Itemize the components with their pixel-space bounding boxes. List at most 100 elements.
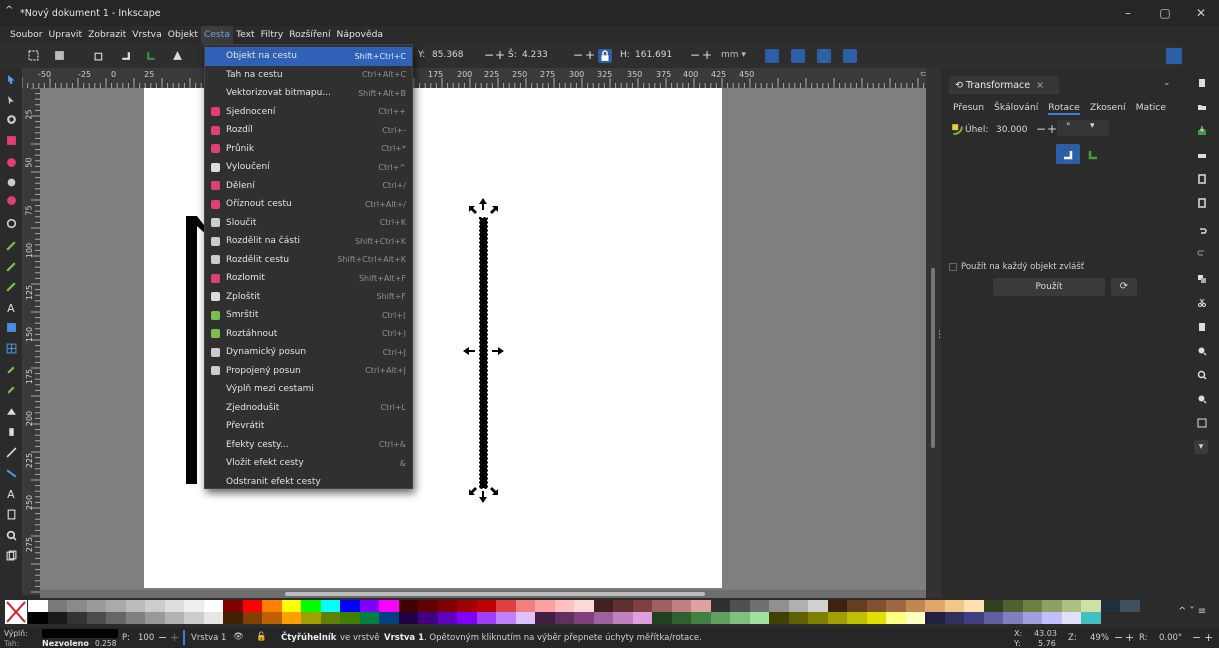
color-swatch[interactable] (125, 612, 145, 624)
color-swatch[interactable] (262, 612, 282, 624)
menu-item[interactable]: Smrštit Ctrl+( (205, 306, 412, 325)
rotate-cw-icon[interactable] (146, 50, 157, 61)
color-swatch[interactable] (886, 600, 906, 612)
color-swatch[interactable] (1100, 600, 1120, 612)
export-icon[interactable] (1197, 198, 1207, 208)
color-swatch[interactable] (476, 612, 496, 624)
menu-item[interactable]: Odstranit efekt cesty (205, 473, 412, 492)
color-swatch[interactable] (808, 612, 828, 624)
w-increment-button[interactable]: + (585, 48, 595, 62)
spray-tool-icon[interactable] (6, 426, 17, 437)
w-field[interactable]: 4.233 (522, 50, 548, 60)
color-swatch[interactable] (47, 600, 67, 612)
color-swatch[interactable] (203, 600, 223, 612)
color-swatch[interactable] (691, 600, 711, 612)
color-swatch[interactable] (223, 612, 243, 624)
chevron-down-icon[interactable]: ⌄ (1163, 78, 1171, 88)
color-swatch[interactable] (905, 600, 925, 612)
color-swatch[interactable] (301, 612, 321, 624)
color-swatch[interactable] (281, 612, 301, 624)
unit-select[interactable]: mm ▾ (721, 50, 746, 60)
color-swatch[interactable] (905, 612, 925, 624)
menu-item[interactable]: Průnik Ctrl+* (205, 140, 412, 159)
y-decrement-button[interactable]: − (484, 48, 494, 62)
menu-item[interactable]: Sjednocení Ctrl++ (205, 103, 412, 122)
menu-item[interactable]: Zploštit Shift+F (205, 288, 412, 307)
color-swatch[interactable] (983, 600, 1003, 612)
y-increment-button[interactable]: + (495, 48, 505, 62)
color-swatch[interactable] (184, 600, 204, 612)
angle-field[interactable]: 30.000 (996, 125, 1028, 135)
color-swatch[interactable] (359, 600, 379, 612)
horizontal-scrollbar-thumb[interactable] (285, 592, 705, 596)
color-swatch[interactable] (437, 612, 457, 624)
subtab-skalovani[interactable]: Škálování (994, 102, 1038, 115)
color-swatch[interactable] (535, 600, 555, 612)
palette-scroll-icon[interactable]: ^ ˅ ≡ (1178, 606, 1206, 617)
color-swatch[interactable] (86, 612, 106, 624)
color-swatch[interactable] (710, 612, 730, 624)
color-swatch[interactable] (379, 612, 399, 624)
menu-cesta[interactable]: Cesta (200, 26, 234, 44)
color-swatch[interactable] (1003, 612, 1023, 624)
color-swatch[interactable] (359, 612, 379, 624)
color-swatch[interactable] (554, 600, 574, 612)
color-swatch[interactable] (164, 612, 184, 624)
pen-tool-icon[interactable] (6, 261, 17, 272)
menu-item[interactable]: Oříznout cestu Ctrl+Alt+/ (205, 195, 412, 214)
mesh-tool-icon[interactable] (6, 343, 17, 354)
eraser-tool-icon[interactable] (6, 406, 17, 417)
vertical-scrollbar[interactable]: ⋮ (926, 68, 944, 598)
color-swatch[interactable] (145, 600, 165, 612)
color-swatch[interactable] (925, 612, 945, 624)
gradient-tool-icon[interactable] (6, 322, 17, 333)
selector-tool-icon[interactable] (6, 74, 17, 85)
color-swatch[interactable] (340, 600, 360, 612)
color-swatch[interactable] (398, 600, 418, 612)
menu-item[interactable]: Tah na cestu Ctrl+Alt+C (205, 66, 412, 85)
color-swatch[interactable] (281, 600, 301, 612)
close-button[interactable]: ✕ (1183, 0, 1219, 26)
measure-tool-icon[interactable] (6, 468, 17, 479)
menu-item[interactable]: Sloučit Ctrl+K (205, 214, 412, 233)
color-swatch[interactable] (1042, 600, 1062, 612)
menu-napoveda[interactable]: Nápověda (334, 26, 387, 44)
y-field[interactable]: 85.368 (432, 50, 464, 60)
color-swatch[interactable] (554, 612, 574, 624)
color-swatch[interactable] (1022, 600, 1042, 612)
color-swatch[interactable] (1081, 612, 1101, 624)
menu-item[interactable]: Dělení Ctrl+/ (205, 177, 412, 196)
menu-soubor[interactable]: Soubor (7, 26, 46, 44)
color-swatch[interactable] (749, 612, 769, 624)
open-folder-icon[interactable] (1197, 102, 1207, 112)
select-all-icon[interactable] (28, 50, 39, 61)
rotation-increment-button[interactable]: + (1204, 631, 1213, 644)
toggle-layer-lock-icon[interactable]: 🔓 (256, 632, 267, 642)
rotate-handle-top[interactable] (469, 198, 498, 214)
color-swatch[interactable] (515, 612, 535, 624)
zoom-out-button[interactable]: − (1114, 631, 1123, 644)
vertical-scrollbar-thumb[interactable] (931, 268, 935, 448)
rotate-cw-toggle[interactable] (1083, 144, 1105, 164)
color-swatch[interactable] (769, 600, 789, 612)
color-swatch[interactable] (145, 612, 165, 624)
menu-objekt[interactable]: Objekt (165, 26, 201, 44)
drawing-canvas[interactable] (40, 88, 926, 595)
color-swatch[interactable] (847, 612, 867, 624)
zoom-field[interactable]: 49% (1090, 633, 1109, 643)
angle-increment-button[interactable]: + (1047, 122, 1057, 136)
rotate-handle-bottom[interactable] (469, 487, 498, 503)
color-swatch[interactable] (944, 600, 964, 612)
apply-button[interactable]: Použít (993, 278, 1105, 296)
color-swatch[interactable] (262, 600, 282, 612)
menu-item[interactable]: Vektorizovat bitmapu... Shift+Alt+B (205, 84, 412, 103)
menu-item[interactable]: Výplň mezi cestami (205, 380, 412, 399)
menu-item[interactable]: Propojený posun Ctrl+Alt+J (205, 362, 412, 381)
color-swatch[interactable] (28, 612, 48, 624)
subtab-rotace[interactable]: Rotace (1048, 102, 1080, 115)
color-swatch[interactable] (496, 600, 516, 612)
lock-ratio-button[interactable] (598, 49, 612, 63)
color-swatch[interactable] (515, 600, 535, 612)
color-swatch[interactable] (671, 612, 691, 624)
color-swatch[interactable] (730, 600, 750, 612)
